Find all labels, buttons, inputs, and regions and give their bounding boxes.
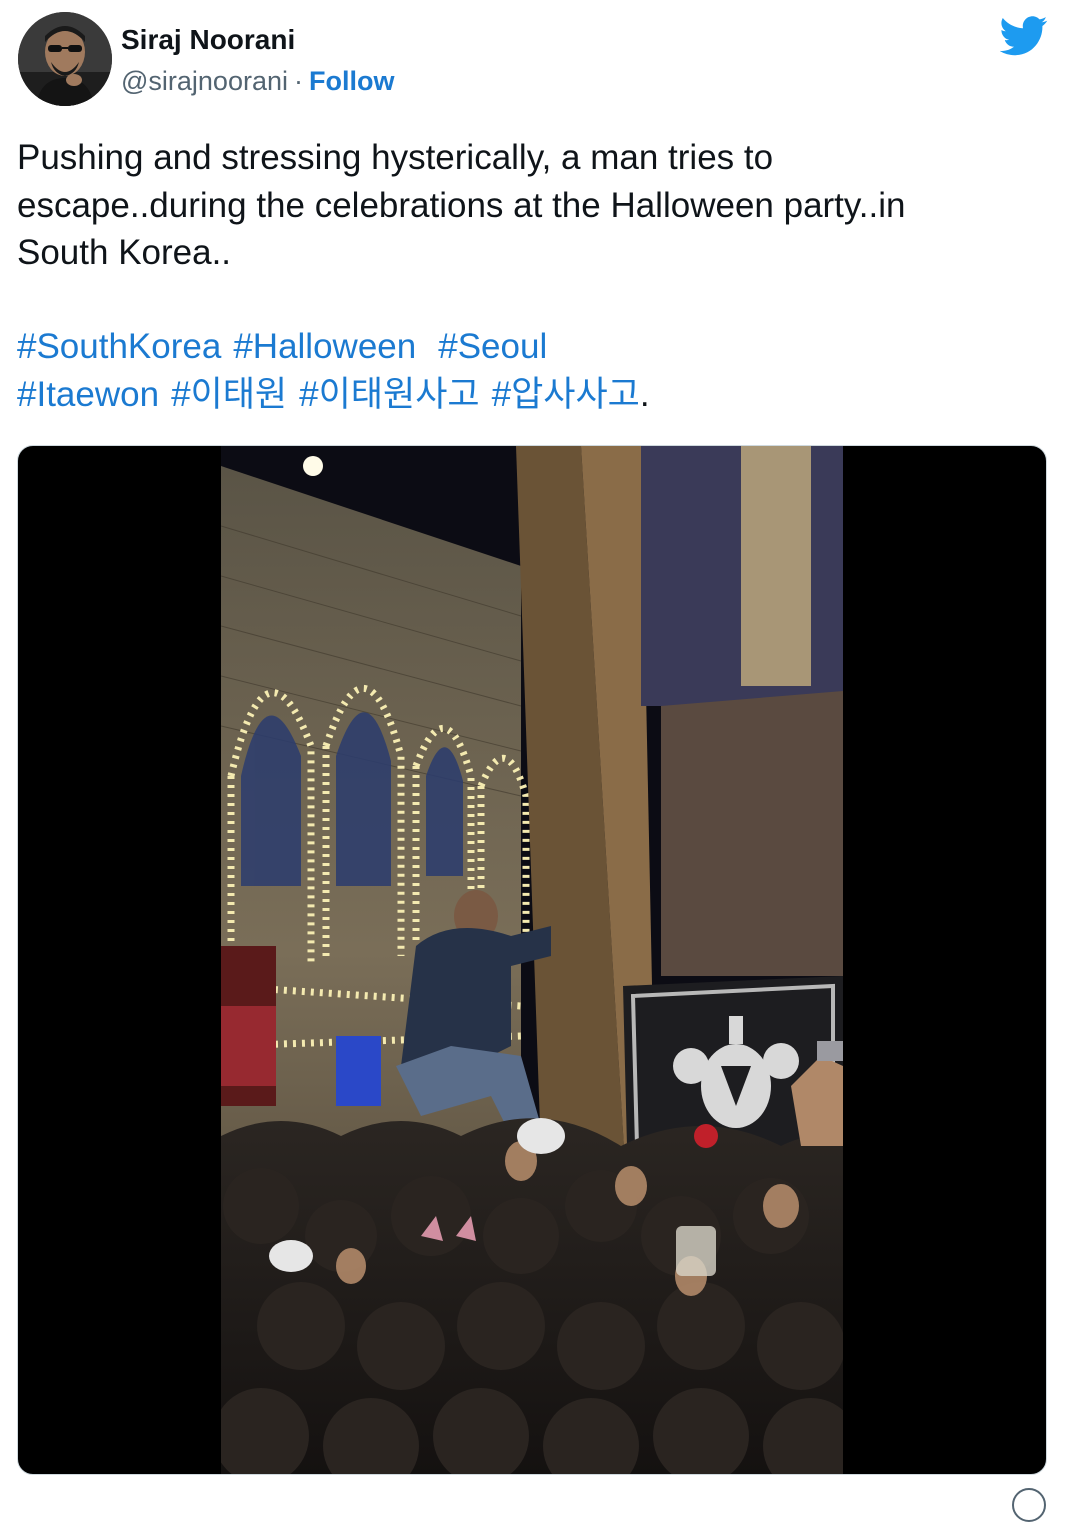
- hashtag-trailing-period: .: [639, 374, 650, 414]
- hashtag-seoul[interactable]: #Seoul: [438, 327, 547, 366]
- video-frame: [221, 446, 843, 1474]
- hashtag-line-2: #Itaewon #이태원 #이태원사고 #압사사고.: [17, 371, 1047, 419]
- hashtag-crush-accident[interactable]: #압사사고: [492, 375, 640, 414]
- hashtag-itaewon[interactable]: #Itaewon: [17, 375, 159, 414]
- tweet-text-line: escape..during the celebrations at the H…: [17, 185, 906, 225]
- hashtag-itaewon-accident[interactable]: #이태원사고: [299, 375, 479, 414]
- separator-dot: ·: [293, 66, 303, 96]
- hashtag-block: #SouthKorea #Halloween #Seoul #Itaewon #이태원…: [17, 323, 1047, 418]
- hashtag-halloween[interactable]: #Halloween: [233, 327, 416, 366]
- author-handle-row: @sirajnoorani · Follow: [121, 66, 394, 97]
- author-display-name[interactable]: Siraj Noorani: [121, 24, 295, 56]
- author-avatar[interactable]: [18, 12, 112, 106]
- follow-button[interactable]: Follow: [309, 66, 394, 96]
- tweet-text-line: South Korea..: [17, 233, 232, 272]
- bottom-info-icon[interactable]: [1012, 1488, 1046, 1522]
- tweet-text-line: Pushing and stressing hysterically, a ma…: [17, 138, 774, 177]
- tweet-card: Siraj Noorani @sirajnoorani · Follow Pushi…: [0, 0, 1069, 1522]
- hashtag-southkorea[interactable]: #SouthKorea: [17, 327, 221, 366]
- hashtag-itaewon-korean[interactable]: #이태원: [171, 375, 287, 414]
- video-player[interactable]: [17, 445, 1047, 1475]
- tweet-body-text: Pushing and stressing hysterically, a ma…: [17, 134, 1047, 277]
- hashtag-line-1: #SouthKorea #Halloween #Seoul: [17, 323, 1047, 371]
- author-handle[interactable]: @sirajnoorani: [121, 66, 288, 96]
- twitter-bird-icon[interactable]: [999, 16, 1048, 56]
